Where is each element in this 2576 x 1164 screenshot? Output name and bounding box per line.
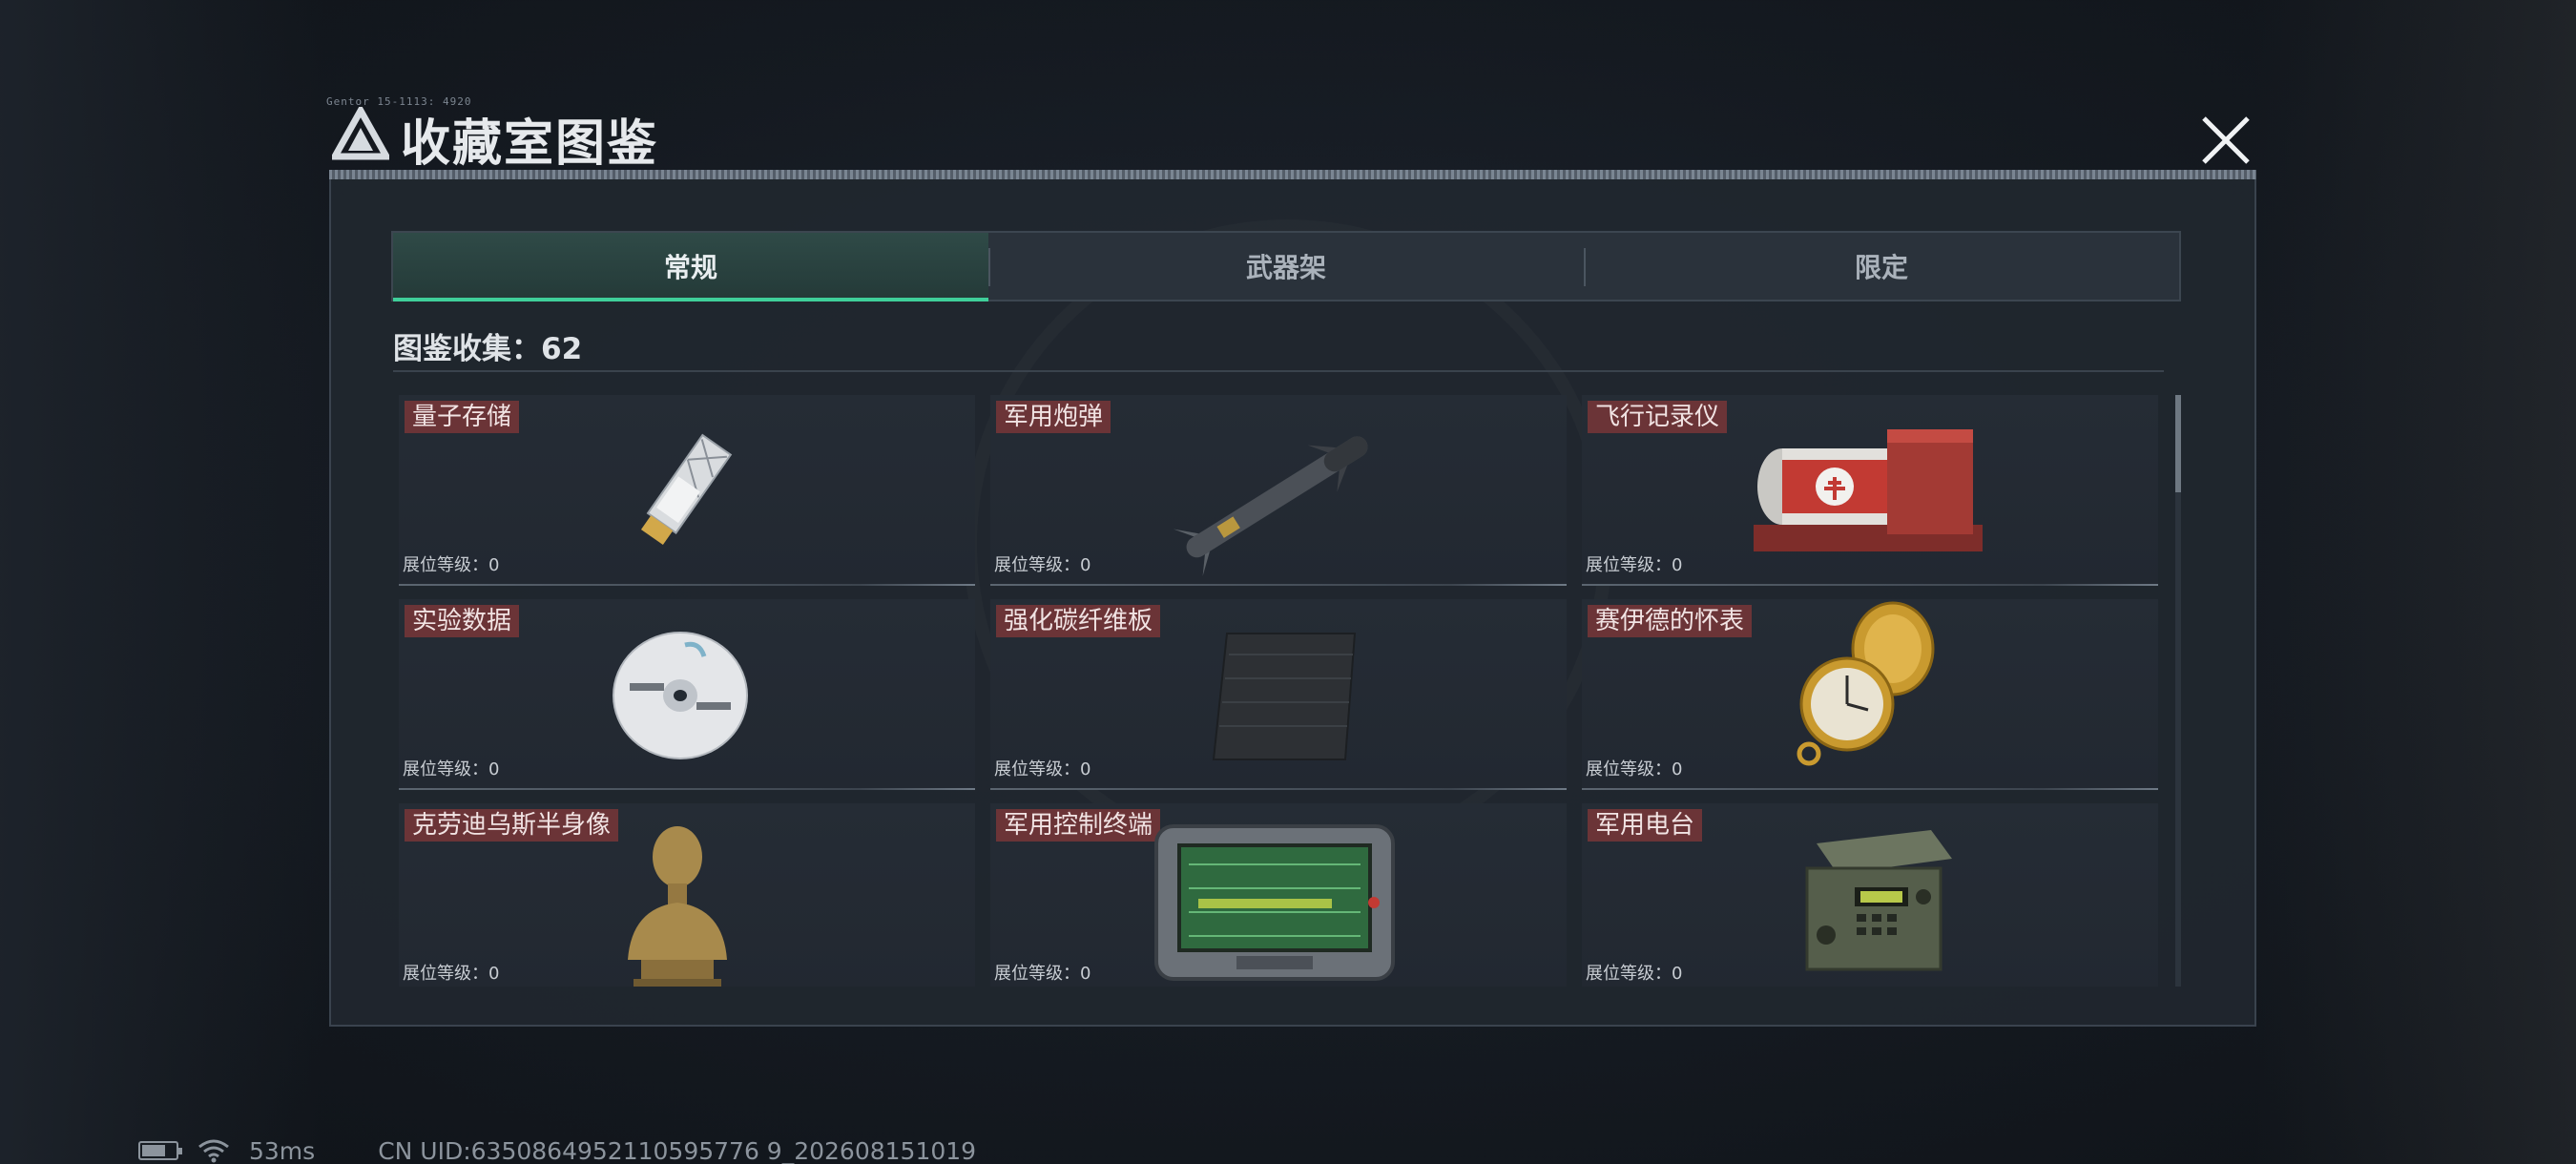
card-underline <box>1582 788 2158 790</box>
item-card-pocket-watch[interactable]: 赛伊德的怀表 展位等级：0 <box>1582 599 2158 790</box>
item-name: 军用控制终端 <box>996 809 1161 842</box>
item-grid: 量子存储 展位等级：0 军用炮弹 展位等级：0 飞行记录仪 展位等级：0 实验数… <box>399 395 2160 987</box>
item-card-quantum-storage[interactable]: 量子存储 展位等级：0 <box>399 395 975 586</box>
tab-label: 武器架 <box>1245 252 1326 283</box>
item-level: 展位等级：0 <box>994 555 1091 575</box>
item-card-military-shell[interactable]: 军用炮弹 展位等级：0 <box>990 395 1567 586</box>
missile-icon <box>1173 436 1368 576</box>
disc-icon <box>613 632 748 759</box>
item-level: 展位等级：0 <box>1586 759 1683 779</box>
close-icon <box>2202 116 2250 164</box>
pocket-watch-icon <box>1797 601 1935 766</box>
header-divider <box>329 170 2256 179</box>
collection-count: 图鉴收集：62 <box>393 332 583 366</box>
card-underline <box>990 788 1567 790</box>
background-left-shade <box>0 0 324 1164</box>
carbon-plate-icon <box>1212 633 1357 760</box>
control-terminal-icon <box>1154 824 1395 981</box>
tab-weapon-rack[interactable]: 武器架 <box>988 233 1584 300</box>
collection-divider <box>393 370 2164 372</box>
item-card-carbon-fiber-plate[interactable]: 强化碳纤维板 展位等级：0 <box>990 599 1567 790</box>
card-underline <box>1582 584 2158 586</box>
item-name: 军用电台 <box>1588 809 1703 842</box>
battery-icon <box>138 1141 182 1160</box>
card-underline <box>399 584 975 586</box>
usb-drive-icon <box>640 433 733 546</box>
scrollbar-thumb[interactable] <box>2175 395 2181 492</box>
tab-label: 限定 <box>1854 252 1908 283</box>
item-level: 展位等级：0 <box>994 964 1091 984</box>
item-card-claudius-bust[interactable]: 克劳迪乌斯半身像 展位等级：0 <box>399 803 975 987</box>
item-card-military-terminal[interactable]: 军用控制终端 展位等级：0 <box>990 803 1567 987</box>
wifi-icon <box>198 1139 229 1163</box>
military-radio-icon <box>1805 830 1952 971</box>
card-underline <box>399 788 975 790</box>
user-uid: CN UID:6350864952110595776 9_20260815101… <box>378 1136 977 1164</box>
tab-limited[interactable]: 限定 <box>1584 233 2179 300</box>
item-card-military-radio[interactable]: 军用电台 展位等级：0 <box>1582 803 2158 987</box>
item-level: 展位等级：0 <box>1586 555 1683 575</box>
item-name: 量子存储 <box>405 401 520 433</box>
item-level: 展位等级：0 <box>403 555 500 575</box>
tab-bar: 常规 武器架 限定 <box>391 231 2181 301</box>
item-card-flight-recorder[interactable]: 飞行记录仪 展位等级：0 <box>1582 395 2158 586</box>
item-name: 赛伊德的怀表 <box>1588 605 1753 637</box>
item-name: 军用炮弹 <box>996 401 1111 433</box>
item-level: 展位等级：0 <box>403 964 500 984</box>
item-name: 强化碳纤维板 <box>996 605 1161 637</box>
close-button[interactable] <box>2191 105 2261 176</box>
item-level: 展位等级：0 <box>994 759 1091 779</box>
item-name: 克劳迪乌斯半身像 <box>405 809 619 842</box>
item-level: 展位等级：0 <box>1586 964 1683 984</box>
tab-label: 常规 <box>663 252 717 283</box>
ping-value: 53ms <box>249 1136 316 1164</box>
delta-logo-icon <box>332 107 389 160</box>
background-right-shade <box>2252 0 2576 1164</box>
bust-statue-icon <box>628 826 727 987</box>
flight-recorder-icon <box>1754 429 1983 551</box>
item-name: 飞行记录仪 <box>1588 401 1728 433</box>
card-underline <box>990 584 1567 586</box>
tab-regular[interactable]: 常规 <box>393 233 988 301</box>
item-card-experiment-data[interactable]: 实验数据 展位等级：0 <box>399 599 975 790</box>
page-title: 收藏室图鉴 <box>401 115 659 173</box>
status-bar: 53ms CN UID:6350864952110595776 9_202608… <box>138 1136 977 1164</box>
item-name: 实验数据 <box>405 605 520 637</box>
item-level: 展位等级：0 <box>403 759 500 779</box>
